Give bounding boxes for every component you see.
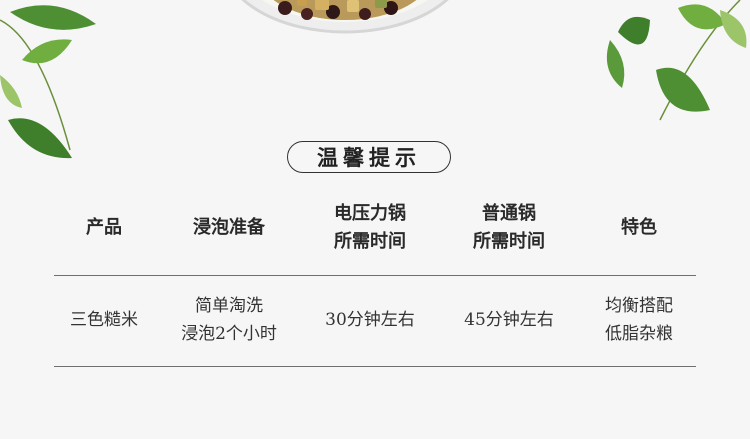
leaf-icon xyxy=(606,40,625,88)
header-product: 产品 xyxy=(86,217,122,238)
leaf-branch-left xyxy=(0,5,96,159)
cell-regular-pot-time: 45分钟左右 xyxy=(464,310,554,330)
header-feature: 特色 xyxy=(621,217,657,238)
cell-product: 三色糙米 xyxy=(70,310,138,330)
leaf-icon xyxy=(656,67,710,112)
header-soak-prep: 浸泡准备 xyxy=(193,217,265,238)
cell-soak-prep: 简单淘洗 浸泡2个小时 xyxy=(181,296,277,344)
table-divider-bottom xyxy=(54,366,696,367)
leaf-icon xyxy=(10,5,96,30)
leaf-branch-right xyxy=(606,0,747,121)
leaf-icon xyxy=(22,39,72,64)
leaf-icon xyxy=(618,16,650,45)
cell-feature: 均衡搭配 低脂杂粮 xyxy=(605,296,673,344)
rice-bowl-image xyxy=(241,0,449,34)
section-title: 温馨提示 xyxy=(287,141,451,173)
leaf-icon xyxy=(0,75,22,108)
leaf-icon xyxy=(678,4,726,30)
cell-pressure-cooker-time: 30分钟左右 xyxy=(325,310,415,330)
table-divider-top xyxy=(54,275,696,276)
leaf-icon xyxy=(720,10,747,48)
header-pressure-cooker-time: 电压力锅 所需时间 xyxy=(334,203,406,252)
header-regular-pot-time: 普通锅 所需时间 xyxy=(473,203,545,252)
